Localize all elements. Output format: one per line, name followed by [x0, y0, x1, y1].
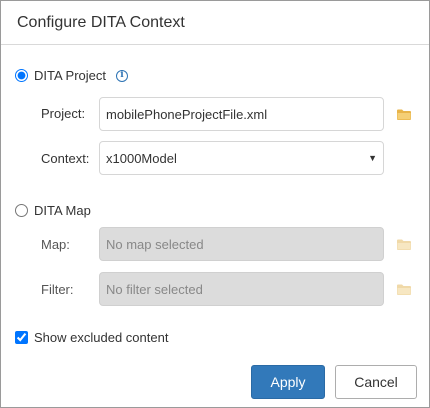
- filter-browse-folder-icon: [397, 284, 411, 295]
- dialog-title-bar: Configure DITA Context: [1, 1, 429, 45]
- project-input[interactable]: [99, 97, 384, 131]
- configure-dita-context-dialog: Configure DITA Context DITA Project i Pr…: [0, 0, 430, 408]
- filter-input: [99, 272, 384, 306]
- dialog-title: Configure DITA Context: [17, 13, 185, 31]
- map-input: [99, 227, 384, 261]
- context-select[interactable]: x1000Model ▼: [99, 141, 384, 175]
- map-browse-folder-icon: [397, 239, 411, 250]
- dita-map-radio[interactable]: [15, 204, 28, 217]
- dropdown-arrow-icon: ▼: [368, 153, 377, 163]
- map-label: Map:: [41, 237, 70, 252]
- dita-project-label: DITA Project: [34, 68, 107, 83]
- filter-label: Filter:: [41, 282, 74, 297]
- show-excluded-checkbox[interactable]: [15, 331, 28, 344]
- show-excluded-row[interactable]: Show excluded content: [15, 330, 168, 345]
- dita-map-radio-row[interactable]: DITA Map: [15, 203, 91, 218]
- dita-project-radio[interactable]: [15, 69, 28, 82]
- dita-project-radio-row[interactable]: DITA Project i: [15, 68, 129, 83]
- context-label: Context:: [41, 151, 90, 166]
- apply-button[interactable]: Apply: [251, 365, 325, 399]
- context-selected-value: x1000Model: [106, 150, 177, 166]
- dita-map-label: DITA Map: [34, 203, 91, 218]
- cancel-button[interactable]: Cancel: [335, 365, 417, 399]
- project-label: Project:: [41, 106, 86, 121]
- info-icon[interactable]: i: [116, 69, 129, 82]
- show-excluded-label: Show excluded content: [34, 330, 169, 345]
- project-browse-folder-icon[interactable]: [397, 109, 411, 120]
